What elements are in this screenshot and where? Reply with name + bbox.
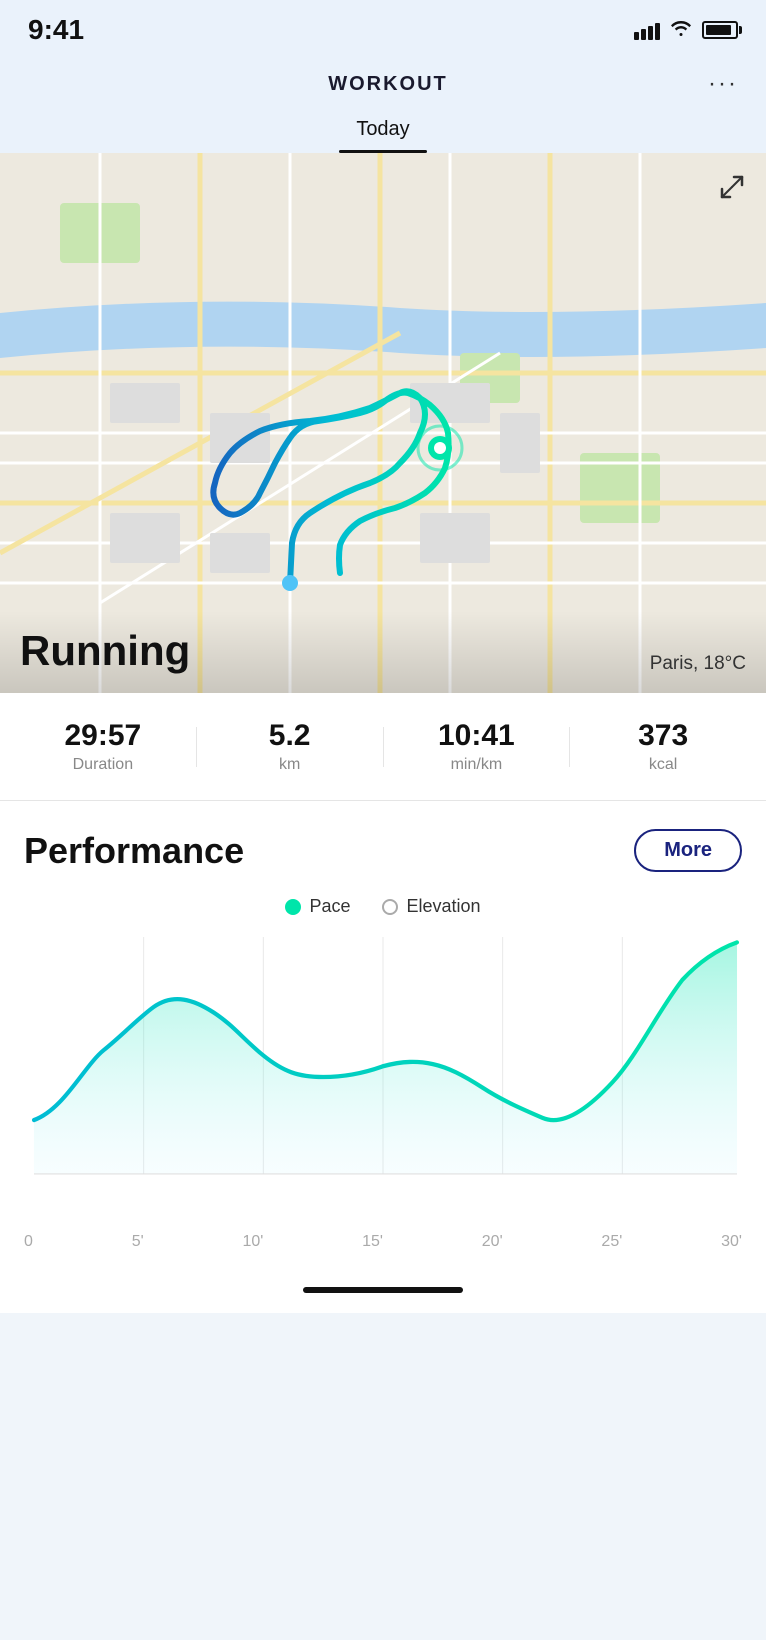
activity-type: Running — [20, 627, 190, 675]
stat-calories: 373 kcal — [570, 719, 756, 774]
x-label-5: 5' — [132, 1233, 144, 1251]
performance-title: Performance — [24, 830, 244, 872]
status-bar: 9:41 — [0, 0, 766, 54]
map-container: Running Paris, 18°C — [0, 153, 766, 693]
stat-pace: 10:41 min/km — [384, 719, 570, 774]
stat-calories-value: 373 — [570, 719, 756, 752]
header: WORKOUT ··· — [0, 54, 766, 108]
pace-chart — [24, 937, 742, 1217]
wifi-icon — [670, 19, 692, 42]
x-label-20: 20' — [482, 1233, 503, 1251]
chart-x-axis: 0 5' 10' 15' 20' 25' 30' — [24, 1225, 742, 1271]
stat-distance-value: 5.2 — [197, 719, 383, 752]
performance-header: Performance More — [24, 829, 742, 872]
stat-duration: 29:57 Duration — [10, 719, 196, 774]
page-title: WORKOUT — [68, 73, 708, 96]
x-label-0: 0 — [24, 1233, 33, 1251]
x-label-10: 10' — [242, 1233, 263, 1251]
stat-duration-value: 29:57 — [10, 719, 196, 752]
map-location: Paris, 18°C — [650, 653, 746, 675]
home-bar — [303, 1287, 463, 1293]
stat-pace-label: min/km — [384, 756, 570, 774]
map-overlay: Running Paris, 18°C — [0, 611, 766, 693]
home-indicator — [0, 1271, 766, 1313]
x-label-15: 15' — [362, 1233, 383, 1251]
expand-map-button[interactable] — [714, 169, 750, 212]
more-button[interactable]: More — [634, 829, 742, 872]
status-icons — [634, 19, 738, 42]
tab-today[interactable]: Today — [328, 108, 437, 153]
x-label-30: 30' — [721, 1233, 742, 1251]
stat-duration-label: Duration — [10, 756, 196, 774]
more-menu-button[interactable]: ··· — [708, 70, 738, 98]
stat-calories-label: kcal — [570, 756, 756, 774]
status-time: 9:41 — [28, 14, 84, 46]
battery-icon — [702, 21, 738, 39]
legend-elevation[interactable]: Elevation — [382, 896, 480, 917]
signal-icon — [634, 20, 660, 40]
legend-pace[interactable]: Pace — [285, 896, 350, 917]
stat-pace-value: 10:41 — [384, 719, 570, 752]
pace-legend-dot — [285, 899, 301, 915]
stat-distance-label: km — [197, 756, 383, 774]
x-label-25: 25' — [601, 1233, 622, 1251]
stat-distance: 5.2 km — [197, 719, 383, 774]
pace-legend-label: Pace — [309, 896, 350, 917]
tab-bar: Today — [0, 108, 766, 153]
performance-section: Performance More Pace Elevation — [0, 801, 766, 1271]
stats-row: 29:57 Duration 5.2 km 10:41 min/km 373 k… — [0, 693, 766, 801]
elevation-legend-label: Elevation — [406, 896, 480, 917]
elevation-legend-dot — [382, 899, 398, 915]
chart-legend: Pace Elevation — [24, 896, 742, 917]
